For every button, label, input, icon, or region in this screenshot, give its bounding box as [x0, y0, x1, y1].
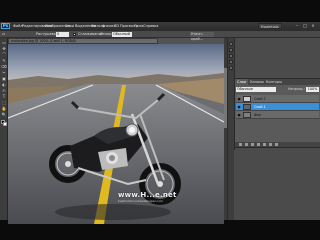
layer-row[interactable]: ● Слой 2	[236, 95, 319, 103]
layer-thumbnail	[243, 112, 251, 118]
crop-tool[interactable]: ✂	[1, 70, 7, 75]
type-tool[interactable]: T	[1, 94, 7, 99]
history-panel-icon[interactable]	[229, 42, 233, 46]
link-layers-icon[interactable]	[239, 143, 242, 146]
opacity-input[interactable]: 100%	[306, 87, 319, 92]
adjustments-panel-icon[interactable]	[229, 60, 233, 64]
styles-panel-icon[interactable]	[229, 66, 233, 70]
layer-name: Фон	[254, 113, 262, 117]
opacity-label: Непрозр.:	[288, 87, 305, 91]
group-icon[interactable]	[263, 143, 266, 146]
minimize-button[interactable]: –	[294, 23, 300, 29]
visibility-eye-icon[interactable]: ●	[237, 97, 241, 101]
menu-window[interactable]: Окно	[134, 23, 143, 29]
swatches-panel-icon[interactable]	[229, 54, 233, 58]
menu-layers[interactable]: Слои	[65, 23, 74, 29]
video-frame: Ps Файл Редактирование Изображение Слои …	[0, 0, 320, 240]
menu-bar: Ps Файл Редактирование Изображение Слои …	[0, 22, 320, 30]
visibility-eye-icon[interactable]: ●	[237, 113, 241, 117]
maximize-button[interactable]: □	[302, 23, 308, 29]
top-letterbox	[0, 0, 320, 22]
style-select[interactable]: Обычный	[112, 32, 132, 37]
brush-tool[interactable]: ✎	[1, 58, 7, 63]
background-color-swatch[interactable]	[3, 122, 7, 126]
actions-panel-icon[interactable]	[229, 48, 233, 52]
marquee-tool-icon[interactable]: ▭	[2, 32, 5, 37]
layers-panel-tabs: Слои Каналы Контуры	[235, 79, 320, 85]
document-canvas[interactable]	[8, 44, 224, 224]
eraser-tool[interactable]: ⌫	[1, 64, 7, 69]
layers-panel: Слои Каналы Контуры Обычные Непрозр.: 10…	[234, 78, 320, 148]
layer-name: Слой 2	[254, 97, 266, 101]
visibility-eye-icon[interactable]: ●	[237, 105, 241, 109]
marquee-tool[interactable]: ▭	[1, 40, 7, 45]
workspace-switcher[interactable]: Essentials	[258, 23, 282, 29]
blend-row: Обычные Непрозр.: 100%	[236, 87, 319, 92]
shape-tool[interactable]: ⬚	[1, 100, 7, 105]
close-button[interactable]: ×	[310, 23, 316, 29]
layer-thumbnail	[243, 96, 251, 102]
refine-edge-button[interactable]: Уточн. край...	[190, 32, 214, 41]
move-tool[interactable]: ✥	[1, 46, 7, 51]
style-label: Стиль:	[100, 32, 113, 36]
layer-style-icon[interactable]	[245, 143, 248, 146]
layers-footer	[235, 142, 320, 147]
new-layer-icon[interactable]	[269, 143, 272, 146]
lasso-tool[interactable]: ⌒	[1, 52, 7, 57]
zoom-tool[interactable]: 🔍	[1, 112, 7, 117]
antialias-checkbox[interactable]	[73, 33, 76, 36]
dodge-tool[interactable]: ◐	[1, 82, 7, 87]
photoshop-logo: Ps	[1, 23, 10, 29]
tools-panel: ▭ ✥ ⌒ ✎ ⌫ ✂ ▣ ◐ ✍ T ⬚ ✋ 🔍	[0, 38, 8, 220]
pen-tool[interactable]: ✍	[1, 88, 7, 93]
adjustment-layer-icon[interactable]	[257, 143, 260, 146]
hand-tool[interactable]: ✋	[1, 106, 7, 111]
layer-row-selected[interactable]: ● Слой 1	[236, 103, 319, 111]
tool-options-bar: ▭ Растушевка: 0 пикс Сглаживание Стиль: …	[0, 30, 320, 41]
layer-row[interactable]: ● Фон	[236, 111, 319, 119]
trash-icon[interactable]	[275, 143, 278, 146]
motorcycle-photo	[8, 44, 224, 224]
feather-input[interactable]: 0 пикс	[56, 32, 69, 41]
tab-layers[interactable]: Слои	[235, 79, 249, 85]
watermark-subtext: bestmotorcyclewallpaper.com	[118, 199, 163, 203]
watermark-url: www.H...e.net	[118, 191, 177, 199]
empty-panel-area	[234, 150, 320, 220]
tab-paths[interactable]: Контуры	[264, 79, 284, 85]
menu-3d[interactable]: 3D	[114, 23, 119, 29]
blend-mode-select[interactable]: Обычные	[236, 87, 276, 92]
right-panels: Слои Каналы Контуры Обычные Непрозр.: 10…	[227, 38, 320, 220]
menu-help[interactable]: Справка	[143, 23, 158, 29]
gradient-tool[interactable]: ▣	[1, 76, 7, 81]
layer-thumbnail	[243, 104, 251, 110]
layer-name: Слой 1	[254, 105, 266, 109]
mask-icon[interactable]	[251, 143, 254, 146]
